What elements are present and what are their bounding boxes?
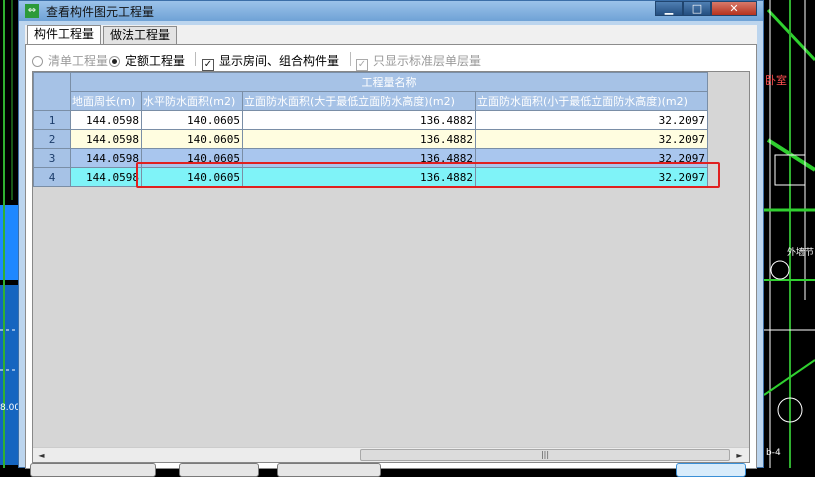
checkbox-show-rooms-label: 显示房间、组合构件量 [219, 54, 340, 68]
close-button[interactable]: ✕ [711, 1, 757, 16]
cell-vertical-area-above[interactable]: 136.4882 [242, 129, 476, 149]
row-number[interactable]: 2 [33, 129, 71, 149]
horizontal-scrollbar[interactable]: ◄ ||| ► [33, 447, 749, 462]
highlight-box [136, 162, 720, 188]
column-header[interactable]: 地面周长(m) [70, 91, 142, 111]
title-bar[interactable]: ⇔ 查看构件图元工程量 ▁ □ ✕ [19, 1, 763, 21]
bottom-button[interactable] [277, 463, 381, 477]
tab-method-quantity[interactable]: 做法工程量 [103, 26, 178, 44]
tab-component-quantity[interactable]: 构件工程量 [27, 25, 102, 45]
cell-perimeter[interactable]: 144.0598 [70, 110, 142, 130]
dialog-window: ⇔ 查看构件图元工程量 ▁ □ ✕ 构件工程量 做法工程量 清单工程量 定额工程… [18, 0, 764, 469]
checkbox-standard-only[interactable]: ✓ 只显示标准层单层量 [356, 52, 481, 71]
row-number[interactable]: 4 [33, 167, 71, 187]
cad-label-room: 卧室 [765, 73, 787, 87]
cell-horizontal-area[interactable]: 140.0605 [141, 129, 243, 149]
checkbox-standard-only-box: ✓ [356, 59, 368, 71]
column-header[interactable]: 水平防水面积(m2) [141, 91, 243, 111]
group-header: 工程量名称 [70, 72, 708, 92]
table-row[interactable]: 1 144.0598 140.0605 136.4882 32.2097 [33, 110, 708, 130]
radio-dinge[interactable]: 定额工程量 [109, 52, 185, 69]
radio-dinge-circle [109, 56, 120, 67]
radio-dinge-label: 定额工程量 [125, 54, 186, 68]
bottom-button[interactable] [30, 463, 156, 477]
scroll-thumb[interactable]: ||| [360, 449, 730, 461]
radio-qingdan-circle [32, 56, 43, 67]
tab-panel: 清单工程量 定额工程量 ✓ 显示房间、组合构件量 ✓ 只显示标准层单层量 工程量名称 [25, 44, 757, 469]
column-header[interactable]: 立面防水面积(大于最低立面防水高度)(m2) [242, 91, 476, 111]
quantity-grid[interactable]: 工程量名称 地面周长(m) 水平防水面积(m2) 立面防水面积(大于最低立面防水… [32, 71, 750, 463]
bottom-button[interactable] [179, 463, 259, 477]
cell-perimeter[interactable]: 144.0598 [70, 167, 142, 187]
cad-label-axis: b-4 [766, 448, 781, 458]
scroll-left-arrow-icon[interactable]: ◄ [35, 449, 48, 462]
minimize-button[interactable]: ▁ [655, 1, 683, 16]
cell-perimeter[interactable]: 144.0598 [70, 129, 142, 149]
row-number[interactable]: 3 [33, 148, 71, 168]
row-number[interactable]: 1 [33, 110, 71, 130]
checkbox-show-rooms-box: ✓ [202, 59, 214, 71]
cell-perimeter[interactable]: 144.0598 [70, 148, 142, 168]
radio-qingdan-label: 清单工程量 [48, 54, 109, 68]
corner-cell [33, 72, 71, 111]
app-icon: ⇔ [25, 4, 39, 18]
scroll-right-arrow-icon[interactable]: ► [733, 449, 746, 462]
checkbox-show-rooms[interactable]: ✓ 显示房间、组合构件量 [202, 52, 339, 71]
cell-horizontal-area[interactable]: 140.0605 [141, 110, 243, 130]
checkbox-standard-only-label: 只显示标准层单层量 [373, 54, 482, 68]
option-separator [350, 52, 351, 66]
option-separator [195, 52, 196, 66]
cell-vertical-area-above[interactable]: 136.4882 [242, 110, 476, 130]
column-header[interactable]: 立面防水面积(小于最低立面防水高度)(m2) [475, 91, 708, 111]
table-row[interactable]: 2 144.0598 140.0605 136.4882 32.2097 [33, 129, 708, 149]
maximize-button[interactable]: □ [683, 1, 711, 16]
cell-vertical-area-below[interactable]: 32.2097 [475, 129, 708, 149]
dialog-client: 构件工程量 做法工程量 清单工程量 定额工程量 ✓ 显示房间、组合构件量 ✓ 只显示… [25, 25, 757, 469]
window-title: 查看构件图元工程量 [46, 5, 155, 19]
radio-qingdan[interactable]: 清单工程量 [32, 52, 108, 69]
cell-vertical-area-below[interactable]: 32.2097 [475, 110, 708, 130]
bottom-button-default[interactable] [676, 463, 746, 477]
cad-label-wall: 外墙节 [787, 246, 814, 258]
